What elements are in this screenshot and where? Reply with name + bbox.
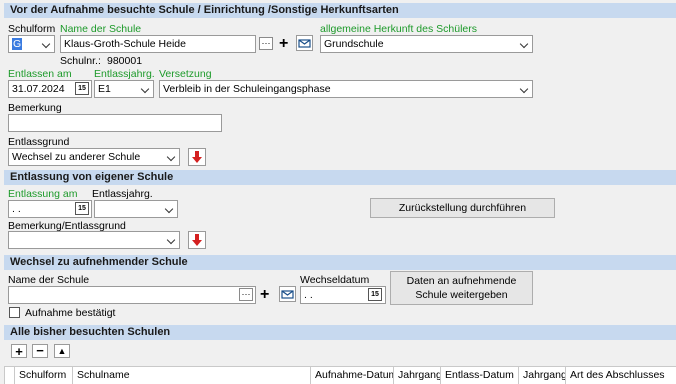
zurueckstellung-button[interactable]: Zurückstellung durchführen xyxy=(370,198,555,218)
daten-button-line1: Daten an aufnehmende xyxy=(406,275,517,287)
mail-icon[interactable] xyxy=(296,35,313,51)
next-schulname-label: Name der Schule xyxy=(8,274,90,286)
calendar-icon[interactable]: 15 xyxy=(75,82,89,95)
entlassen-date-value: 31.07.2024 xyxy=(12,83,65,95)
col-jahrgang-aufnahme[interactable]: Jahrgang xyxy=(393,367,442,384)
table-row-indicator xyxy=(4,367,14,384)
entlassgrund-select[interactable]: Wechsel zu anderer Schule xyxy=(8,148,180,166)
daten-weitergeben-button[interactable]: Daten an aufnehmende Schule weitergeben xyxy=(390,271,533,305)
schulname-lookup-button[interactable]: ··· xyxy=(259,37,273,50)
entlassung-label: Entlassung am xyxy=(8,188,78,200)
own-bemerkung-select[interactable] xyxy=(8,231,180,249)
entlassen-label: Entlassen am xyxy=(8,68,72,80)
aufnahme-checkbox[interactable] xyxy=(9,307,20,318)
next-schulname-lookup-button[interactable]: ··· xyxy=(239,288,253,301)
mail-icon[interactable] xyxy=(279,286,296,302)
schulnr-label: Schulnr.: xyxy=(60,55,101,67)
col-schulname[interactable]: Schulname xyxy=(72,367,310,384)
next-schulname-field[interactable] xyxy=(8,286,256,304)
versetzung-select[interactable]: Verbleib in der Schuleingangsphase xyxy=(159,80,533,98)
col-art-des-abschlusses[interactable]: Art des Abschlusses xyxy=(565,367,676,384)
add-school-icon[interactable]: + xyxy=(279,35,288,53)
calendar-icon[interactable]: 15 xyxy=(75,202,89,215)
schulnr-value: 980001 xyxy=(107,55,143,67)
col-schulform[interactable]: Schulform xyxy=(14,367,72,384)
col-entlass-datum[interactable]: Entlass-Datum xyxy=(440,367,518,384)
calendar-icon[interactable]: 15 xyxy=(368,288,382,301)
schulform-select[interactable]: G xyxy=(8,35,55,53)
herkunft-label: allgemeine Herkunft des Schülers xyxy=(320,23,477,35)
red-down-arrow-icon[interactable] xyxy=(188,148,206,166)
entlassjahrg-select[interactable]: E1 xyxy=(94,80,154,98)
herkunft-select[interactable]: Grundschule xyxy=(320,35,533,53)
entlassjahrg-label: Entlassjahrg. xyxy=(94,68,155,80)
section-header-previous-school: Vor der Aufnahme besuchte Schule / Einri… xyxy=(4,3,676,18)
col-aufnahme-datum[interactable]: Aufnahme-Datum xyxy=(310,367,397,384)
section-header-all-schools: Alle bisher besuchten Schulen xyxy=(4,325,676,340)
add-school-icon[interactable]: + xyxy=(260,286,269,304)
remove-row-button[interactable]: − xyxy=(32,344,48,358)
bemerkung-field[interactable] xyxy=(8,114,222,132)
section-header-next-school: Wechsel zu aufnehmender Schule xyxy=(4,255,676,270)
add-row-button[interactable]: + xyxy=(11,344,27,358)
wechseldatum-label: Wechseldatum xyxy=(300,274,370,286)
schulname-label: Name der Schule xyxy=(60,23,142,35)
versetzung-label: Versetzung xyxy=(159,68,212,80)
bemerkung-label: Bemerkung xyxy=(8,102,62,114)
schulform-label: Schulform xyxy=(8,23,56,35)
move-up-button[interactable]: ▲ xyxy=(54,344,70,358)
daten-button-line2: Schule weitergeben xyxy=(415,289,508,301)
entlassgrund-label: Entlassgrund xyxy=(8,136,70,148)
own-entlassjahrg-select[interactable] xyxy=(94,200,178,218)
section-header-own-school: Entlassung von eigener Schule xyxy=(4,170,676,185)
aufnahme-label: Aufnahme bestätigt xyxy=(25,307,116,319)
schulname-field[interactable]: Klaus-Groth-Schule Heide xyxy=(60,35,256,53)
red-down-arrow-icon[interactable] xyxy=(188,231,206,249)
col-jahrgang-entlass[interactable]: Jahrgang xyxy=(518,367,567,384)
schulform-value: G xyxy=(12,38,23,50)
own-entlassjahrg-label: Entlassjahrg. xyxy=(92,188,153,200)
